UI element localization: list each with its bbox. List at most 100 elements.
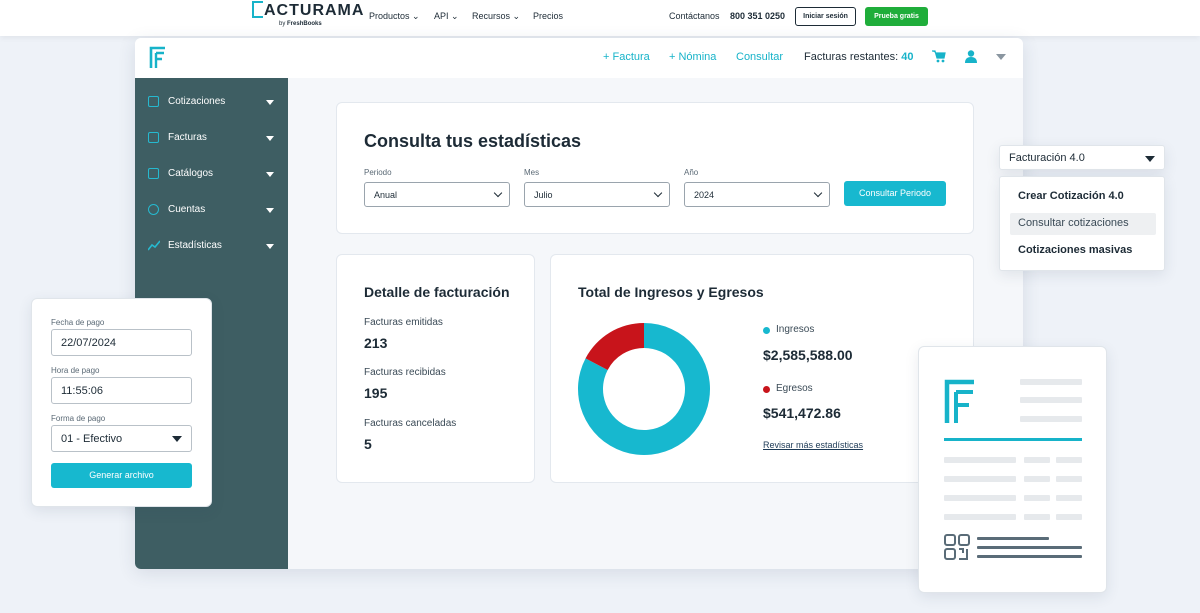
sidebar-item-catalogos[interactable]: Catálogos	[135, 164, 288, 184]
more-stats-link[interactable]: Revisar más estadísticas	[763, 440, 863, 450]
menu-item-crear-cotizacion[interactable]: Crear Cotización 4.0	[1018, 190, 1124, 202]
doc-line	[1056, 457, 1082, 463]
qr-code-icon	[944, 534, 970, 560]
chevron-down-icon	[266, 136, 274, 141]
mes-select[interactable]: Julio	[524, 182, 670, 207]
new-factura-link[interactable]: + Factura	[603, 51, 650, 63]
chevron-down-icon	[266, 172, 274, 177]
trial-button[interactable]: Prueba gratis	[865, 7, 928, 26]
emitidas-value: 213	[364, 335, 388, 351]
menu-item-label: Consultar cotizaciones	[1018, 217, 1129, 229]
doc-divider	[944, 438, 1082, 441]
new-nomina-link[interactable]: + Nómina	[669, 51, 716, 63]
caret-down-icon	[1145, 156, 1155, 162]
sidebar-item-estadisticas[interactable]: Estadísticas	[135, 236, 288, 256]
anio-select[interactable]: 2024	[684, 182, 830, 207]
donut-slice-egresos	[585, 323, 644, 370]
ingresos-value: $2,585,588.00	[763, 347, 853, 363]
emitidas-label: Facturas emitidas	[364, 317, 443, 328]
doc-line	[977, 555, 1082, 558]
egresos-legend-dot	[763, 386, 770, 393]
nav-contact[interactable]: Contáctanos	[669, 11, 720, 21]
logo-text: ACTURAMA	[264, 2, 365, 19]
anio-label: Año	[684, 168, 699, 177]
consultar-link[interactable]: Consultar	[736, 51, 783, 63]
totals-title: Total de Ingresos y Egresos	[578, 284, 764, 300]
app-header: + Factura + Nómina Consultar Facturas re…	[135, 38, 1023, 78]
sidebar-item-cotizaciones[interactable]: Cotizaciones	[135, 92, 288, 112]
hora-label: Hora de pago	[51, 366, 100, 375]
account-menu-caret-icon[interactable]	[996, 54, 1006, 60]
hora-input[interactable]: 11:55:06	[51, 377, 192, 404]
doc-line	[1056, 514, 1082, 520]
sidebar-item-facturas[interactable]: Facturas	[135, 128, 288, 148]
periodo-select[interactable]: Anual	[364, 182, 510, 207]
nav-precios[interactable]: Precios	[533, 11, 563, 21]
nav-api[interactable]: API ⌄	[434, 11, 459, 22]
forma-select[interactable]: 01 - Efectivo	[51, 425, 192, 452]
totals-card: Total de Ingresos y Egresos Ingresos $2,…	[550, 254, 974, 483]
nav-recursos[interactable]: Recursos ⌄	[472, 11, 520, 22]
chevron-down-icon	[813, 188, 823, 198]
document-logo-icon	[944, 379, 974, 423]
facturama-logo[interactable]: ACTURAMA by FreshBooks	[252, 1, 364, 29]
payment-form-panel: Fecha de pago 22/07/2024 Hora de pago 11…	[31, 298, 212, 507]
doc-line	[1020, 416, 1082, 422]
caret-down-icon	[172, 436, 182, 442]
sidebar-item-label: Cuentas	[168, 204, 206, 215]
doc-line	[977, 546, 1082, 549]
canceladas-label: Facturas canceladas	[364, 418, 457, 429]
sidebar-item-label: Cotizaciones	[168, 96, 226, 107]
remaining-invoices: Facturas restantes: 40	[804, 51, 914, 63]
egresos-value: $541,472.86	[763, 405, 841, 421]
menu-item-cotizaciones-masivas[interactable]: Cotizaciones masivas	[1018, 244, 1132, 256]
user-icon[interactable]	[965, 50, 977, 63]
sidebar-item-cuentas[interactable]: Cuentas	[135, 200, 288, 220]
anio-value: 2024	[694, 190, 715, 200]
fecha-label: Fecha de pago	[51, 318, 105, 327]
doc-line	[1056, 476, 1082, 482]
nav-productos[interactable]: Productos ⌄	[369, 11, 420, 22]
doc-line	[1020, 397, 1082, 403]
logo-by: by	[279, 21, 286, 27]
stats-icon	[148, 240, 160, 251]
mes-label: Mes	[524, 168, 540, 177]
app-logo-icon[interactable]	[149, 46, 167, 69]
doc-line	[944, 514, 1016, 520]
chevron-down-icon	[266, 244, 274, 249]
recibidas-label: Facturas recibidas	[364, 367, 446, 378]
chevron-down-icon	[266, 100, 274, 105]
fecha-value: 22/07/2024	[61, 337, 117, 349]
quote-icon	[148, 96, 159, 107]
canceladas-value: 5	[364, 436, 372, 452]
chevron-down-icon	[653, 188, 663, 198]
doc-line	[944, 476, 1016, 482]
doc-line	[1020, 379, 1082, 385]
mes-value: Julio	[534, 190, 553, 200]
detail-title: Detalle de facturación	[364, 284, 510, 300]
app-window: + Factura + Nómina Consultar Facturas re…	[135, 38, 1023, 569]
generar-archivo-button[interactable]: Generar archivo	[51, 463, 192, 488]
nav-phone[interactable]: 800 351 0250	[730, 11, 785, 21]
periodo-value: Anual	[374, 190, 398, 200]
consultar-periodo-button[interactable]: Consultar Periodo	[844, 181, 946, 206]
doc-line	[944, 457, 1016, 463]
doc-line	[1024, 476, 1050, 482]
cart-icon[interactable]	[932, 50, 946, 63]
ingresos-legend-dot	[763, 327, 770, 334]
facturacion-select[interactable]: Facturación 4.0	[999, 145, 1165, 170]
menu-item-consultar-cotizaciones[interactable]: Consultar cotizaciones	[1010, 213, 1156, 235]
hora-value: 11:55:06	[61, 385, 104, 397]
chevron-down-icon	[266, 208, 274, 213]
fecha-input[interactable]: 22/07/2024	[51, 329, 192, 356]
invoice-icon	[148, 132, 159, 143]
site-top-nav: ACTURAMA by FreshBooks Productos ⌄ API ⌄…	[0, 0, 1200, 36]
sidebar-item-label: Estadísticas	[168, 240, 222, 251]
facturacion-select-value: Facturación 4.0	[1009, 152, 1085, 164]
query-title: Consulta tus estadísticas	[364, 131, 582, 151]
income-expense-donut-chart	[578, 323, 710, 455]
doc-line	[1024, 457, 1050, 463]
sidebar-item-label: Facturas	[168, 132, 207, 143]
login-button[interactable]: Iniciar sesión	[795, 7, 856, 26]
logo-brand: FreshBooks	[287, 21, 322, 27]
